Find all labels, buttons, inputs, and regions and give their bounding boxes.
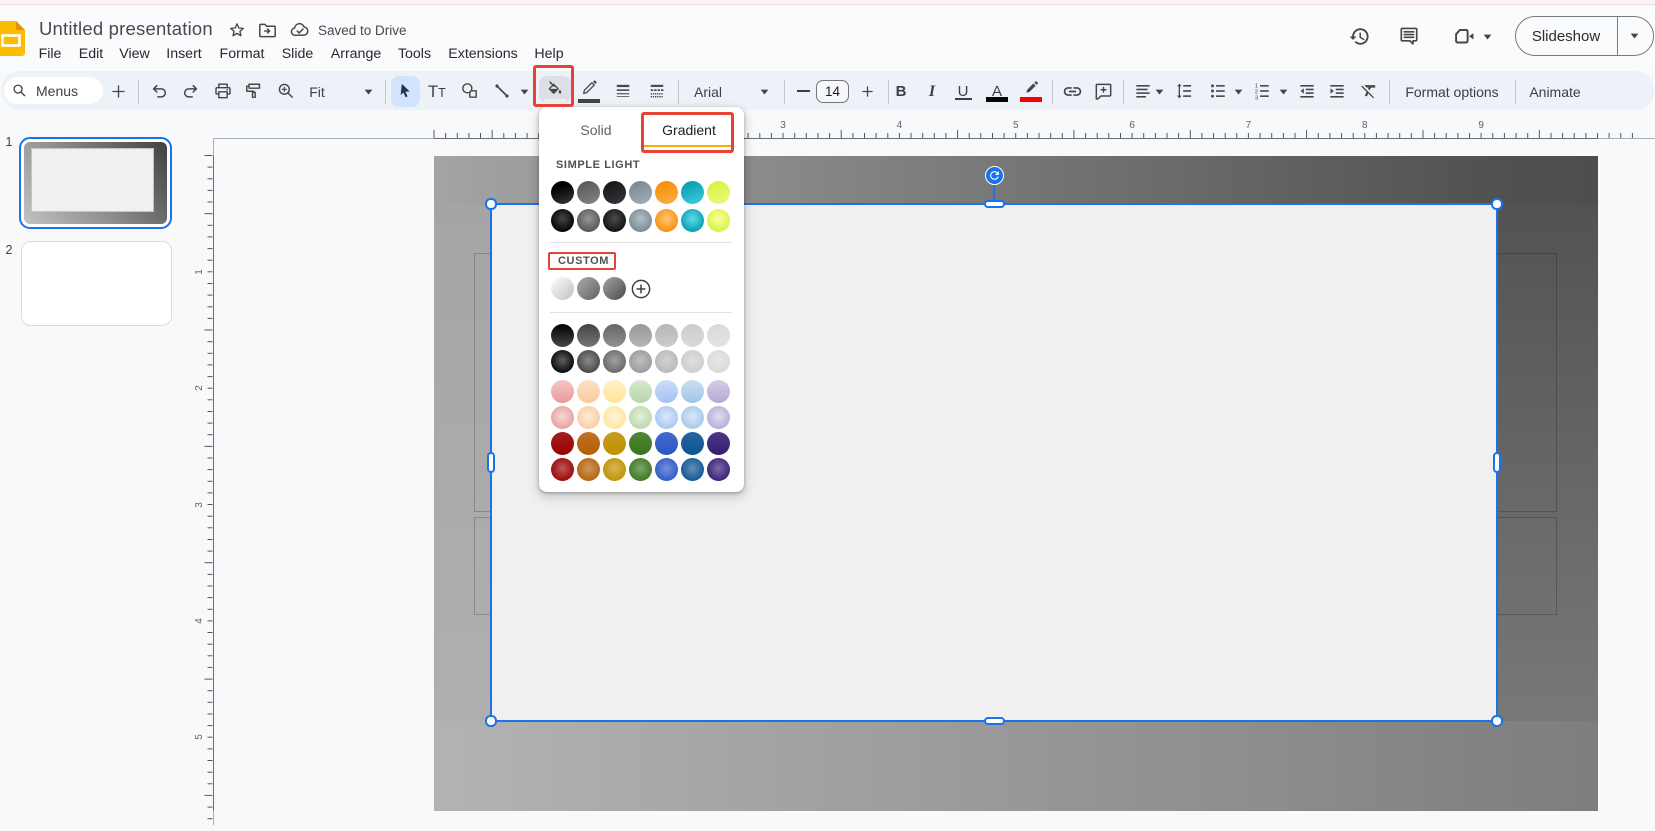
svg-text:3: 3	[1255, 95, 1258, 101]
